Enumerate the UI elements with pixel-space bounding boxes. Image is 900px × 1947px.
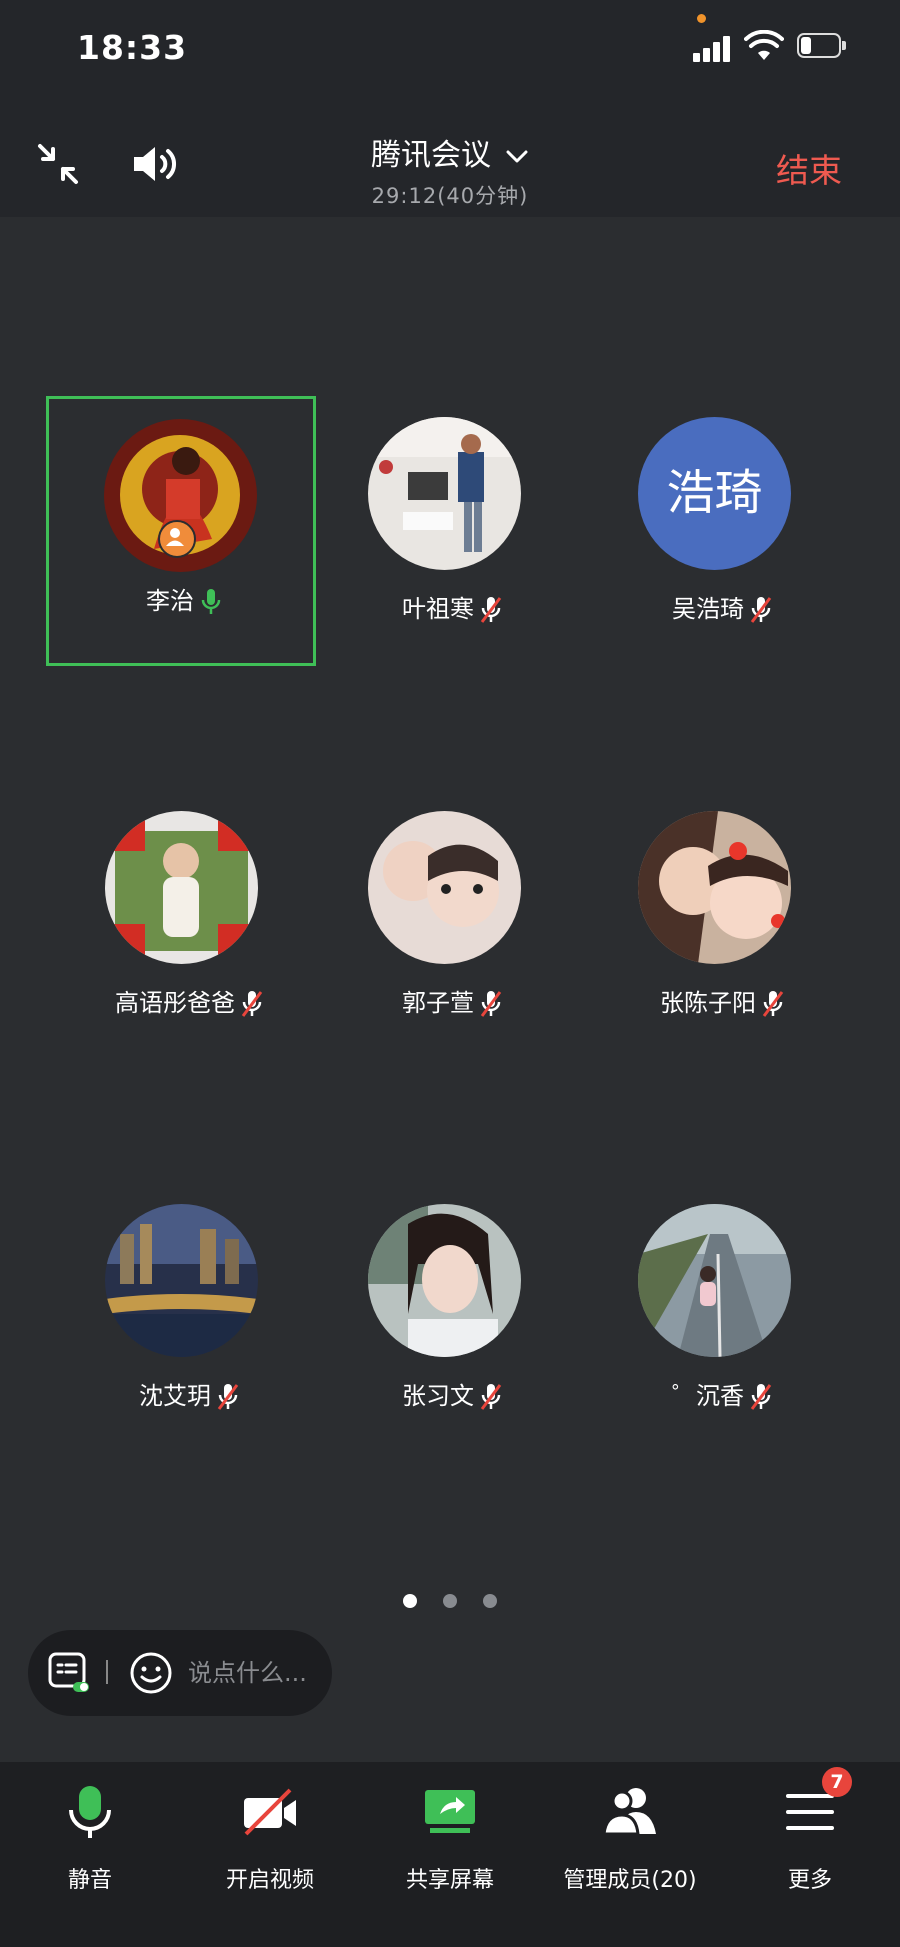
mic-muted-icon: [750, 597, 772, 623]
manage-members-button[interactable]: 管理成员(20): [540, 1762, 720, 1902]
avatar: [368, 1204, 521, 1357]
participant-tile[interactable]: 张陈子阳: [587, 795, 857, 1065]
avatar: [105, 811, 258, 964]
cellular-signal-icon: [693, 36, 733, 62]
more-label: 更多: [787, 1868, 832, 1893]
avatar: [638, 811, 791, 964]
host-badge-icon: [158, 520, 196, 558]
mic-muted-icon: [480, 597, 502, 623]
meeting-toolbar: 静音 开启视频 共享屏幕 管理成员(20) 更多: [0, 1762, 900, 1947]
mic-muted-icon: [750, 1384, 772, 1410]
participant-name: 吴浩琦: [672, 595, 744, 623]
more-button[interactable]: 更多: [720, 1762, 900, 1902]
participant-name: 沈艾玥: [139, 1382, 211, 1410]
privacy-indicator-dot: [697, 14, 706, 23]
participant-name: ゜沉香: [672, 1382, 744, 1410]
start-video-button[interactable]: 开启视频: [180, 1762, 360, 1902]
microphone-icon: [69, 1786, 111, 1838]
participant-name-row: ゜沉香: [587, 1376, 857, 1411]
participant-tile[interactable]: 叶祖寒: [317, 401, 587, 671]
participant-name-row: 高语彤爸爸: [54, 983, 324, 1018]
avatar: [638, 1204, 791, 1357]
participant-tile[interactable]: 郭子萱: [317, 795, 587, 1065]
chat-bar: 说点什么...: [28, 1630, 332, 1716]
page-dot[interactable]: [483, 1594, 497, 1608]
participant-name: 郭子萱: [402, 989, 474, 1017]
page-dot-active[interactable]: [403, 1594, 417, 1608]
avatar-initials: 浩琦: [666, 465, 763, 521]
participant-name: 高语彤爸爸: [115, 989, 235, 1017]
mic-muted-icon: [480, 1384, 502, 1410]
share-screen-button[interactable]: 共享屏幕: [360, 1762, 540, 1902]
mic-muted-icon: [480, 991, 502, 1017]
manage-members-label: 管理成员(20): [563, 1868, 697, 1893]
mute-button[interactable]: 静音: [0, 1762, 180, 1902]
participant-name-row: 沈艾玥: [54, 1376, 324, 1411]
mic-muted-icon: [217, 1384, 239, 1410]
participant-tile[interactable]: 沈艾玥: [54, 1188, 324, 1458]
mic-muted-icon: [762, 991, 784, 1017]
wifi-icon: [744, 30, 784, 60]
participant-tile[interactable]: 张习文: [317, 1188, 587, 1458]
participant-name-row: 张陈子阳: [587, 983, 857, 1018]
participant-name: 张习文: [402, 1382, 474, 1410]
meeting-title-selector[interactable]: 腾讯会议: [0, 130, 900, 174]
share-screen-label: 共享屏幕: [405, 1868, 494, 1893]
status-time: 18:33: [77, 28, 188, 67]
members-icon: [602, 1788, 656, 1836]
mute-label: 静音: [67, 1868, 112, 1893]
participant-tile[interactable]: 高语彤爸爸: [54, 795, 324, 1065]
page-dot[interactable]: [443, 1594, 457, 1608]
avatar: 浩琦: [638, 417, 791, 570]
participant-name: 李治: [146, 587, 194, 615]
start-video-label: 开启视频: [225, 1868, 314, 1893]
avatar: [105, 1204, 258, 1357]
participant-tile[interactable]: 浩琦 吴浩琦: [587, 401, 857, 671]
end-meeting-button[interactable]: 结束: [776, 144, 842, 192]
notification-badge: 7: [822, 1767, 852, 1797]
participant-name-row: 吴浩琦: [587, 589, 857, 624]
participant-name-row: 郭子萱: [317, 983, 587, 1018]
mic-on-icon: [201, 589, 221, 614]
share-screen-icon: [425, 1790, 475, 1833]
avatar: [368, 417, 521, 570]
participant-name: 张陈子阳: [660, 989, 756, 1017]
meeting-title: 腾讯会议: [371, 138, 491, 173]
participant-name-row: 张习文: [317, 1376, 587, 1411]
chat-input[interactable]: 说点什么...: [188, 1654, 328, 1692]
participant-name: 叶祖寒: [402, 595, 474, 623]
participant-name-row: 李治: [49, 581, 319, 616]
participant-tile[interactable]: 李治: [46, 396, 316, 666]
emoji-icon[interactable]: [128, 1650, 174, 1696]
page-indicator: [0, 1593, 900, 1613]
chat-list-icon[interactable]: [46, 1650, 92, 1696]
chevron-down-icon: [506, 150, 528, 162]
meeting-duration: 29:12(40分钟): [371, 184, 529, 208]
participant-name-row: 叶祖寒: [317, 589, 587, 624]
divider: [106, 1660, 108, 1684]
avatar: [368, 811, 521, 964]
mic-muted-icon: [241, 991, 263, 1017]
battery-icon: [797, 33, 849, 60]
participant-tile[interactable]: ゜沉香: [587, 1188, 857, 1458]
video-off-icon: [244, 1788, 296, 1836]
